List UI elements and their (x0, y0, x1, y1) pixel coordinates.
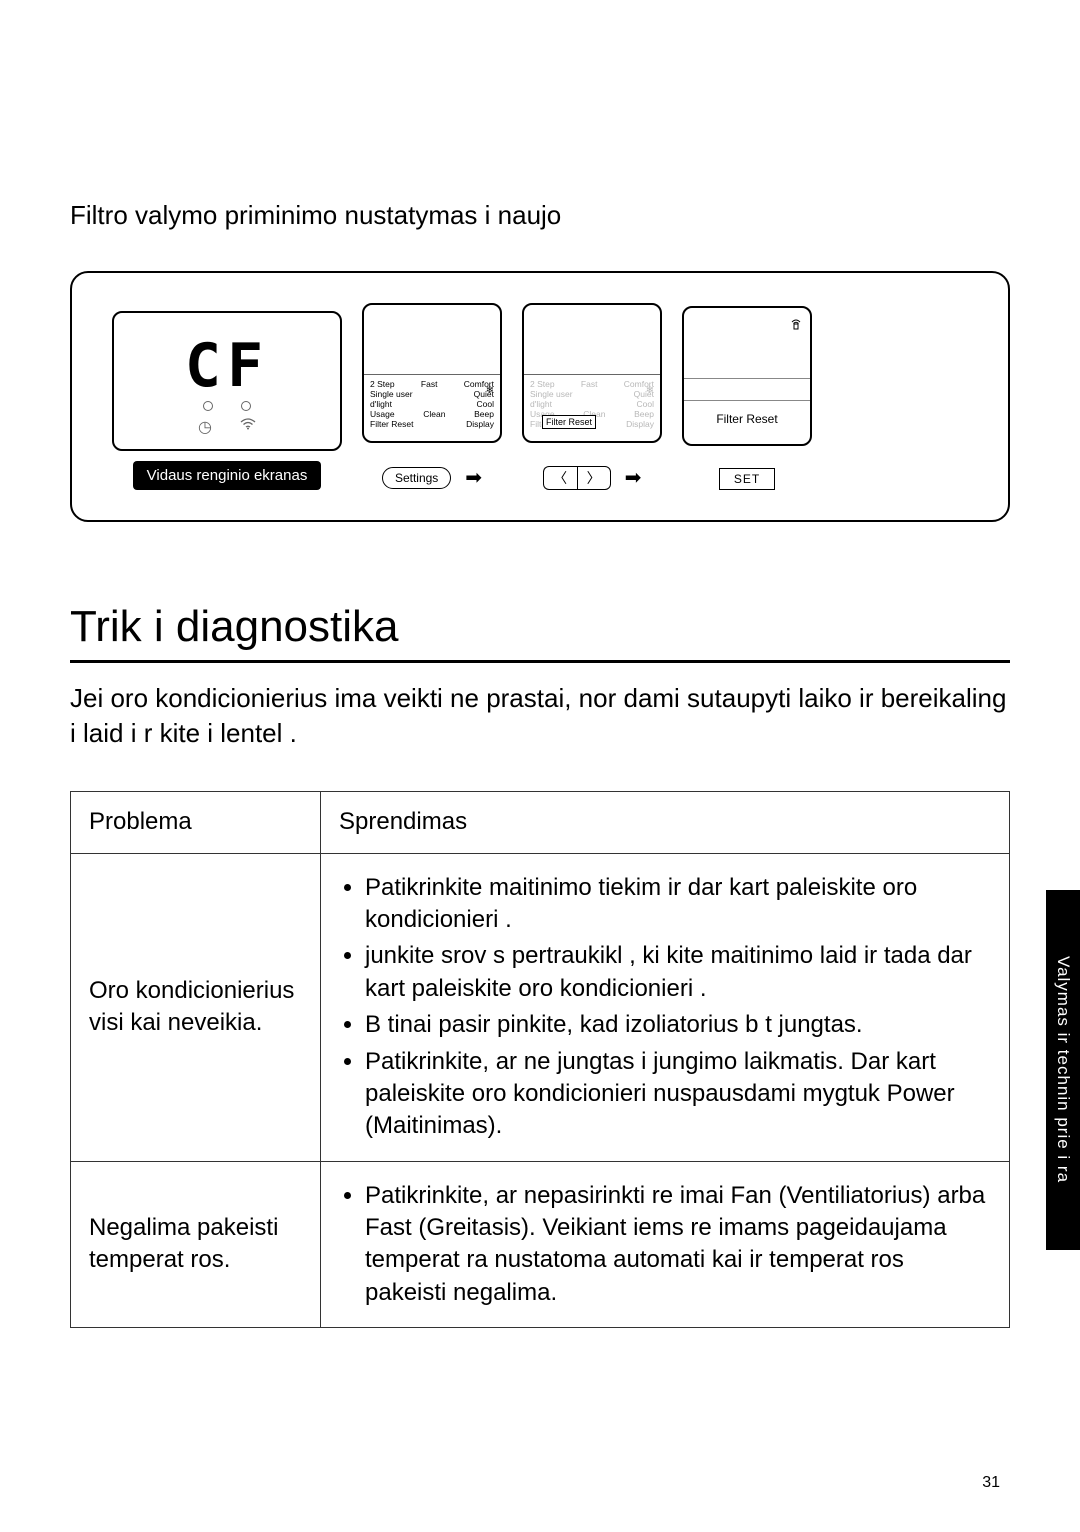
solution-item: B tinai pasir pinkite, kad izoliatorius … (365, 1009, 991, 1041)
solution-item: Patikrinkite maitinimo tiekim ir dar kar… (365, 872, 991, 937)
timer-icon: ◷ (198, 417, 212, 437)
display-code: CF (185, 331, 269, 401)
opt-2step: 2 Step (370, 379, 395, 389)
display-caption: Vidaus renginio ekranas (133, 461, 322, 490)
section-tab: Valymas ir technin prie i ra (1046, 890, 1080, 1250)
filter-reset-highlight: Filter Reset (542, 415, 596, 429)
section-subtitle: Filtro valymo priminimo nustatymas i nau… (70, 200, 1010, 231)
heading-rule (70, 660, 1010, 663)
solution-item: Patikrinkite, ar nepasirinkti re imai Fa… (365, 1180, 991, 1310)
remote-screen-2: 2 StepFastComfort Single userQuiet d'lig… (522, 303, 662, 443)
opt-cool: Cool (477, 399, 494, 409)
opt-singleuser: Single user (370, 389, 413, 399)
diagram-col-remote2: 2 StepFastComfort Single userQuiet d'lig… (522, 303, 662, 490)
problem-cell: Oro kondicionierius visi kai neveikia. (71, 853, 321, 1161)
nav-right-button[interactable]: 〉 (577, 466, 611, 490)
problem-cell: Negalima pakeisti temperat ros. (71, 1161, 321, 1328)
display-indicator-dots (114, 401, 340, 411)
opt-beep: Beep (474, 409, 494, 419)
controls-row-3: SET (719, 468, 775, 490)
nav-left-button[interactable]: 〈 (543, 466, 577, 490)
nav-buttons: 〈 〉 (543, 466, 611, 490)
table-header-problem: Problema (71, 792, 321, 853)
troubleshooting-table: Problema Sprendimas Oro kondicionierius … (70, 791, 1010, 1328)
wifi-icon (240, 417, 256, 437)
controls-row-1: Settings ➡ (382, 465, 482, 490)
opt-filterreset: Filter Reset (370, 419, 413, 429)
remote-screen-3: Filter Reset (682, 306, 812, 446)
opt-usage: Usage (370, 409, 395, 419)
solution-cell: Patikrinkite maitinimo tiekim ir dar kar… (321, 853, 1010, 1161)
troubleshooting-heading: Trik i diagnostika (70, 602, 1010, 652)
filter-reset-diagram: CF ◷ Vidaus renginio ekranas 2 StepFastC… (70, 271, 1010, 522)
table-row: Negalima pakeisti temperat ros. Patikrink… (71, 1161, 1010, 1328)
solution-item: junkite srov s pertraukikl , ki kite mai… (365, 940, 991, 1005)
page-number: 31 (982, 1474, 1000, 1492)
indoor-unit-display: CF ◷ (112, 311, 342, 451)
set-button[interactable]: SET (719, 468, 775, 490)
table-row: Oro kondicionierius visi kai neveikia. Pa… (71, 853, 1010, 1161)
diagram-col-display: CF ◷ Vidaus renginio ekranas (112, 311, 342, 490)
solution-cell: Patikrinkite, ar nepasirinkti re imai Fa… (321, 1161, 1010, 1328)
troubleshooting-intro: Jei oro kondicionierius ima veikti ne pr… (70, 681, 1010, 751)
signal-icon (790, 316, 802, 333)
settings-button[interactable]: Settings (382, 467, 451, 489)
snowflake-icon: ❄ (646, 385, 654, 396)
diagram-col-remote1: 2 StepFastComfort Single userQuiet d'lig… (362, 303, 502, 490)
arrow-icon: ➡ (465, 465, 482, 490)
controls-row-2: 〈 〉 ➡ (543, 465, 642, 490)
opt-fast: Fast (421, 379, 438, 389)
solution-item: Patikrinkite, ar ne jungtas i jungimo la… (365, 1046, 991, 1143)
arrow-icon: ➡ (625, 465, 642, 490)
opt-display: Display (466, 419, 494, 429)
opt-clean: Clean (423, 409, 445, 419)
opt-dlight: d'light (370, 399, 392, 409)
snowflake-icon: ❄ (486, 385, 494, 396)
display-status-icons: ◷ (114, 417, 340, 437)
remote3-label: Filter Reset (684, 412, 810, 426)
table-header-solution: Sprendimas (321, 792, 1010, 853)
remote-screen-1: 2 StepFastComfort Single userQuiet d'lig… (362, 303, 502, 443)
diagram-col-remote3: Filter Reset SET (682, 306, 812, 490)
